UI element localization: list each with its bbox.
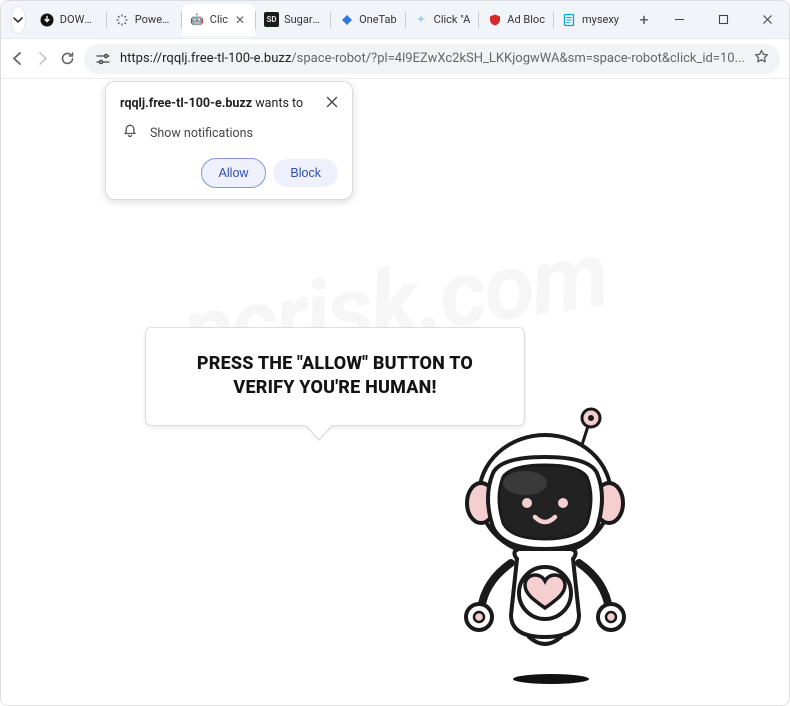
tab-mysexy[interactable]: mysexy [554, 4, 627, 36]
search-tabs-button[interactable] [11, 6, 26, 34]
close-icon [762, 14, 773, 25]
robot-favicon: 🤖 [190, 12, 205, 27]
popup-close-button[interactable] [326, 96, 338, 111]
minimize-button[interactable] [657, 1, 701, 38]
sparkle-icon [414, 12, 429, 27]
chevron-down-icon [12, 14, 24, 26]
block-button[interactable]: Block [273, 159, 338, 187]
tune-icon [95, 51, 111, 67]
bubble-text: PRESS THE "ALLOW" BUTTON TO VERIFY YOU'R… [168, 352, 502, 401]
download-icon [40, 12, 55, 27]
reload-button[interactable] [59, 45, 76, 73]
star-icon [753, 48, 770, 65]
back-icon [9, 50, 26, 67]
popup-message: Show notifications [150, 126, 253, 141]
page-icon [562, 12, 577, 27]
robot-illustration [429, 403, 659, 693]
browser-window: DOWNL Power B 🤖 Clic ✕ SD Sugar D [0, 0, 790, 706]
maximize-button[interactable] [701, 1, 745, 38]
back-button[interactable] [9, 45, 26, 73]
page-content: pcrisk.com rqqlj.free-tl-100-e.buzz want… [1, 79, 789, 705]
window-controls [657, 1, 789, 38]
bell-icon [122, 123, 138, 143]
tab-title: Clic [210, 13, 228, 26]
close-icon [326, 96, 338, 108]
tabs-container: DOWNL Power B 🤖 Clic ✕ SD Sugar D [32, 1, 657, 38]
tab-power[interactable]: Power B [107, 4, 181, 36]
popup-title: rqqlj.free-tl-100-e.buzz wants to [120, 96, 303, 111]
close-tab-button[interactable]: ✕ [233, 13, 247, 27]
new-tab-button[interactable]: + [631, 7, 657, 33]
tab-click-allow[interactable]: Click "A [406, 4, 479, 36]
tab-title: Power B [135, 13, 173, 26]
allow-button[interactable]: Allow [202, 159, 266, 187]
onetab-icon [339, 12, 354, 27]
tab-adblock[interactable]: Ad Bloc [479, 4, 553, 36]
tab-click-active[interactable]: 🤖 Clic ✕ [182, 4, 255, 36]
tab-title: OneTab [359, 13, 397, 26]
tab-title: mysexy [582, 13, 619, 26]
bookmark-button[interactable] [753, 48, 770, 69]
url-text: https://rqqlj.free-tl-100-e.buzz/space-r… [120, 51, 745, 66]
url-field[interactable]: https://rqqlj.free-tl-100-e.buzz/space-r… [84, 44, 780, 74]
forward-icon [34, 50, 51, 67]
sd-icon: SD [264, 12, 279, 27]
tab-title: Click "A [434, 13, 471, 26]
tab-title: Sugar D [284, 13, 322, 26]
reload-icon [59, 50, 76, 67]
notification-permission-popup: rqqlj.free-tl-100-e.buzz wants to Show n… [105, 81, 353, 200]
minimize-icon [674, 14, 685, 25]
maximize-icon [718, 14, 729, 25]
close-window-button[interactable] [745, 1, 789, 38]
tab-title: DOWNL [60, 13, 98, 26]
tab-strip: DOWNL Power B 🤖 Clic ✕ SD Sugar D [1, 1, 789, 39]
address-bar: https://rqqlj.free-tl-100-e.buzz/space-r… [1, 39, 789, 79]
verify-human-bubble: PRESS THE "ALLOW" BUTTON TO VERIFY YOU'R… [145, 327, 525, 426]
tab-onetab[interactable]: OneTab [331, 4, 405, 36]
site-info-button[interactable] [94, 50, 112, 68]
tab-title: Ad Bloc [507, 13, 545, 26]
loading-icon [115, 12, 130, 27]
tab-downl[interactable]: DOWNL [32, 4, 106, 36]
forward-button[interactable] [34, 45, 51, 73]
tab-sugar[interactable]: SD Sugar D [256, 4, 330, 36]
adblock-icon [487, 12, 502, 27]
